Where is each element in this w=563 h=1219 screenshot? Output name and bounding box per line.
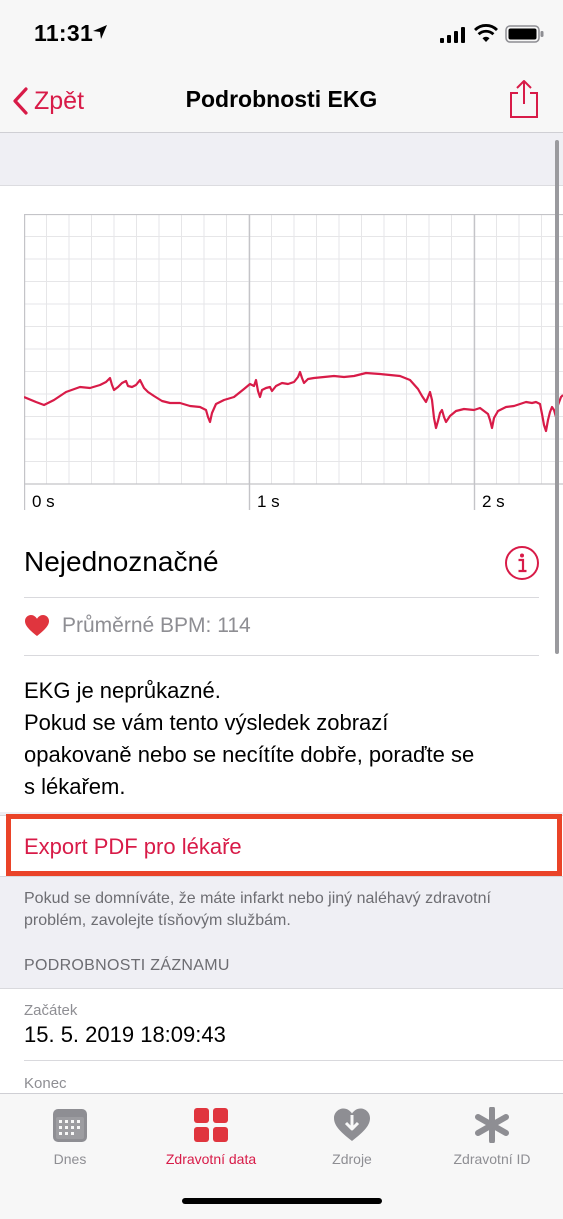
description-line: s lékařem. — [24, 774, 126, 799]
export-pdf-button[interactable]: Export PDF pro lékaře — [24, 834, 242, 860]
sources-heart-icon — [334, 1108, 370, 1141]
page-title: Podrobnosti EKG — [185, 86, 378, 112]
heart-icon — [25, 615, 49, 636]
tab-label: Zdroje — [332, 1151, 372, 1167]
description-line: opakovaně nebo se necítíte dobře, poraďt… — [24, 742, 475, 767]
chart-x-tick-1s: 1 s — [257, 492, 280, 510]
health-data-grid-icon — [194, 1108, 228, 1142]
header-spacer — [0, 133, 563, 186]
status-time: 11:31 — [34, 20, 94, 46]
scroll-indicator[interactable] — [555, 140, 559, 654]
tab-today[interactable]: Dnes — [0, 1103, 140, 1167]
start-label: Začátek — [24, 1002, 78, 1019]
tab-sources[interactable]: Zdroje — [282, 1103, 422, 1167]
cellular-signal-icon — [440, 27, 465, 43]
result-title: Nejednoznačné — [24, 546, 219, 577]
medical-id-asterisk-icon — [475, 1107, 509, 1143]
home-indicator — [182, 1198, 382, 1204]
description-line: Pokud se vám tento výsledek zobrazí — [24, 710, 389, 735]
ecg-chart: 0 s 1 s 2 s — [24, 214, 563, 510]
end-label: Konec — [24, 1075, 67, 1092]
tab-medical-id[interactable]: Zdravotní ID — [422, 1103, 562, 1167]
start-value: 15. 5. 2019 18:09:43 — [24, 1022, 226, 1047]
tab-label: Dnes — [53, 1151, 87, 1167]
description-line: EKG je neprůkazné. — [24, 678, 221, 703]
divider — [24, 655, 539, 656]
ecg-minor-grid — [24, 214, 563, 485]
wifi-icon — [474, 24, 498, 42]
calendar-icon — [53, 1109, 87, 1142]
share-icon[interactable] — [508, 79, 540, 119]
emergency-note: Pokud se domníváte, že máte infarkt nebo… — [24, 890, 491, 929]
tab-label: Zdravotní data — [165, 1151, 257, 1167]
tab-label: Zdravotní ID — [453, 1151, 531, 1167]
divider — [24, 597, 539, 598]
chart-x-tick-0s: 0 s — [32, 492, 55, 510]
info-icon[interactable] — [504, 545, 540, 581]
section-header-record-details: PODROBNOSTI ZÁZNAMU — [24, 957, 230, 974]
tab-health-data[interactable]: Zdravotní data — [141, 1103, 281, 1167]
average-bpm: Průměrné BPM: 114 — [62, 614, 251, 637]
chart-x-tick-2s: 2 s — [482, 492, 505, 510]
location-arrow-icon — [93, 25, 107, 39]
result-description: EKG je neprůkazné. Pokud se vám tento vý… — [24, 675, 544, 803]
divider — [24, 1060, 563, 1061]
battery-icon — [505, 25, 544, 43]
